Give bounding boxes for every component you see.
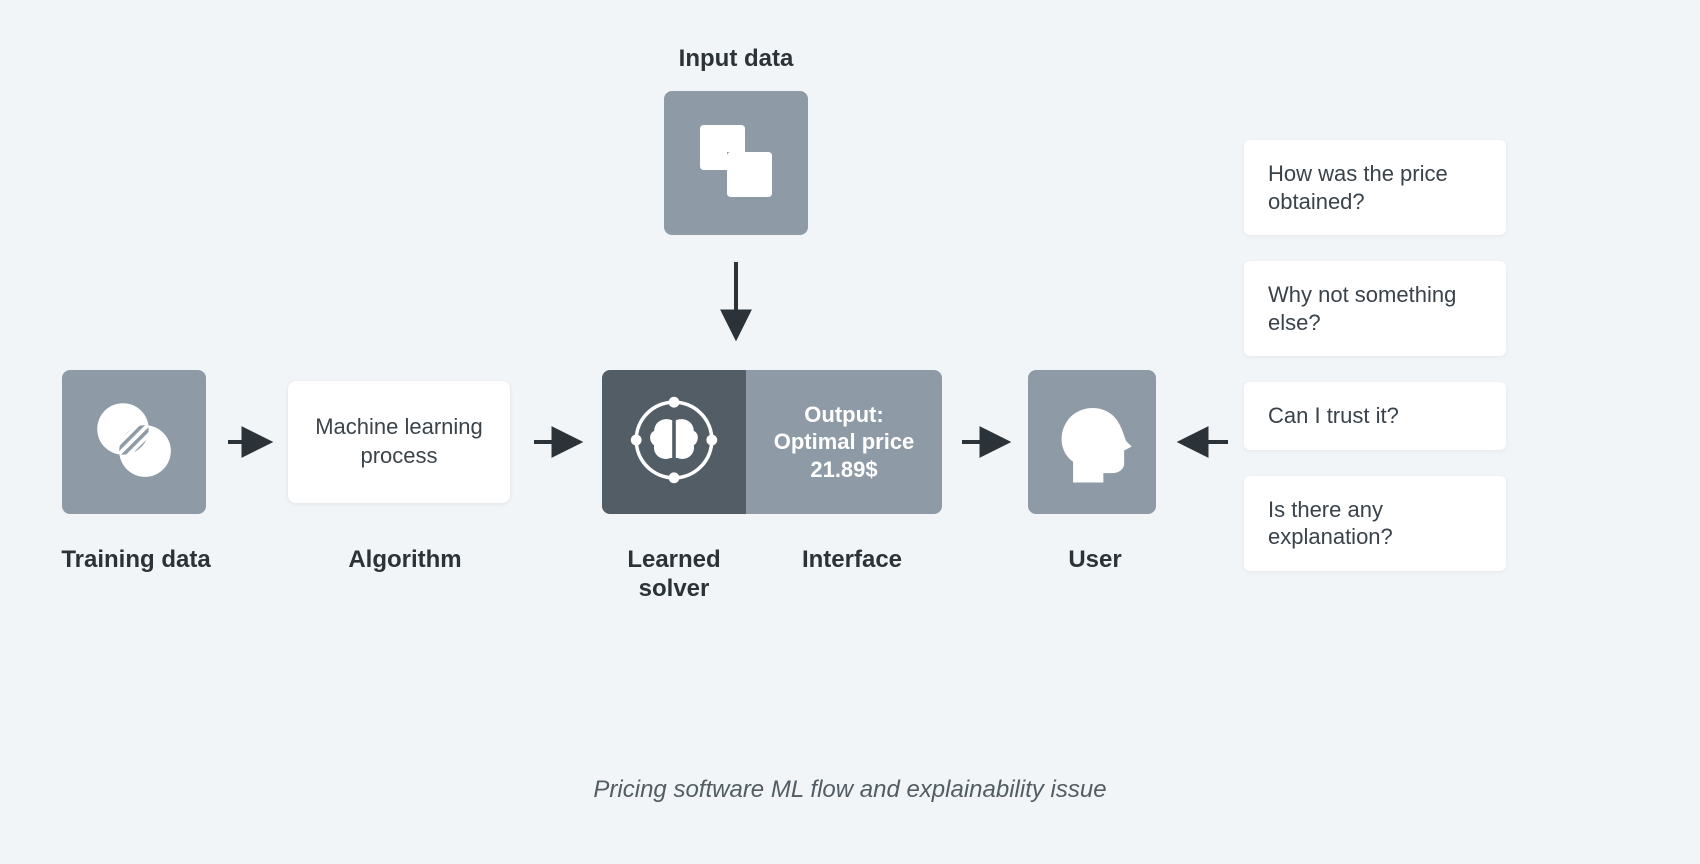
question-bubble: Why not something else? (1244, 261, 1506, 356)
overlap-circles-icon (88, 394, 180, 491)
learned-solver-label: Learned solver (606, 546, 742, 604)
input-data-card (664, 91, 808, 235)
learned-solver-group (602, 370, 746, 514)
algorithm-group: Machine learning process (288, 370, 510, 503)
user-label: User (1050, 546, 1140, 574)
user-group (1028, 370, 1156, 514)
question-bubble: How was the price obtained? (1244, 140, 1506, 235)
question-bubble: Can I trust it? (1244, 382, 1506, 450)
training-data-group (62, 370, 206, 514)
interface-group: Output: Optimal price 21.89$ (746, 370, 942, 514)
interface-label: Interface (792, 546, 912, 574)
algorithm-text-line2: process (360, 442, 437, 471)
interface-line3: 21.89$ (810, 456, 877, 484)
question-bubble: Is there any explanation? (1244, 476, 1506, 571)
input-data-group: Input data (646, 45, 826, 235)
algorithm-label: Algorithm (340, 546, 470, 574)
algorithm-card: Machine learning process (288, 381, 510, 503)
questions-column: How was the price obtained? Why not some… (1244, 140, 1506, 597)
ml-explainability-diagram: Input data (0, 0, 1700, 864)
interface-card: Output: Optimal price 21.89$ (746, 370, 942, 514)
brain-orbit-icon (620, 386, 728, 499)
diagram-caption: Pricing software ML flow and explainabil… (0, 776, 1700, 804)
user-card (1028, 370, 1156, 514)
training-data-label: Training data (58, 546, 214, 574)
input-data-label: Input data (646, 45, 826, 73)
user-head-icon (1044, 388, 1140, 497)
interface-line2: Optimal price (774, 428, 915, 456)
overlap-squares-icon (691, 116, 781, 211)
interface-line1: Output: (804, 401, 883, 429)
training-data-card (62, 370, 206, 514)
algorithm-text-line1: Machine learning (315, 413, 483, 442)
learned-solver-card (602, 370, 746, 514)
